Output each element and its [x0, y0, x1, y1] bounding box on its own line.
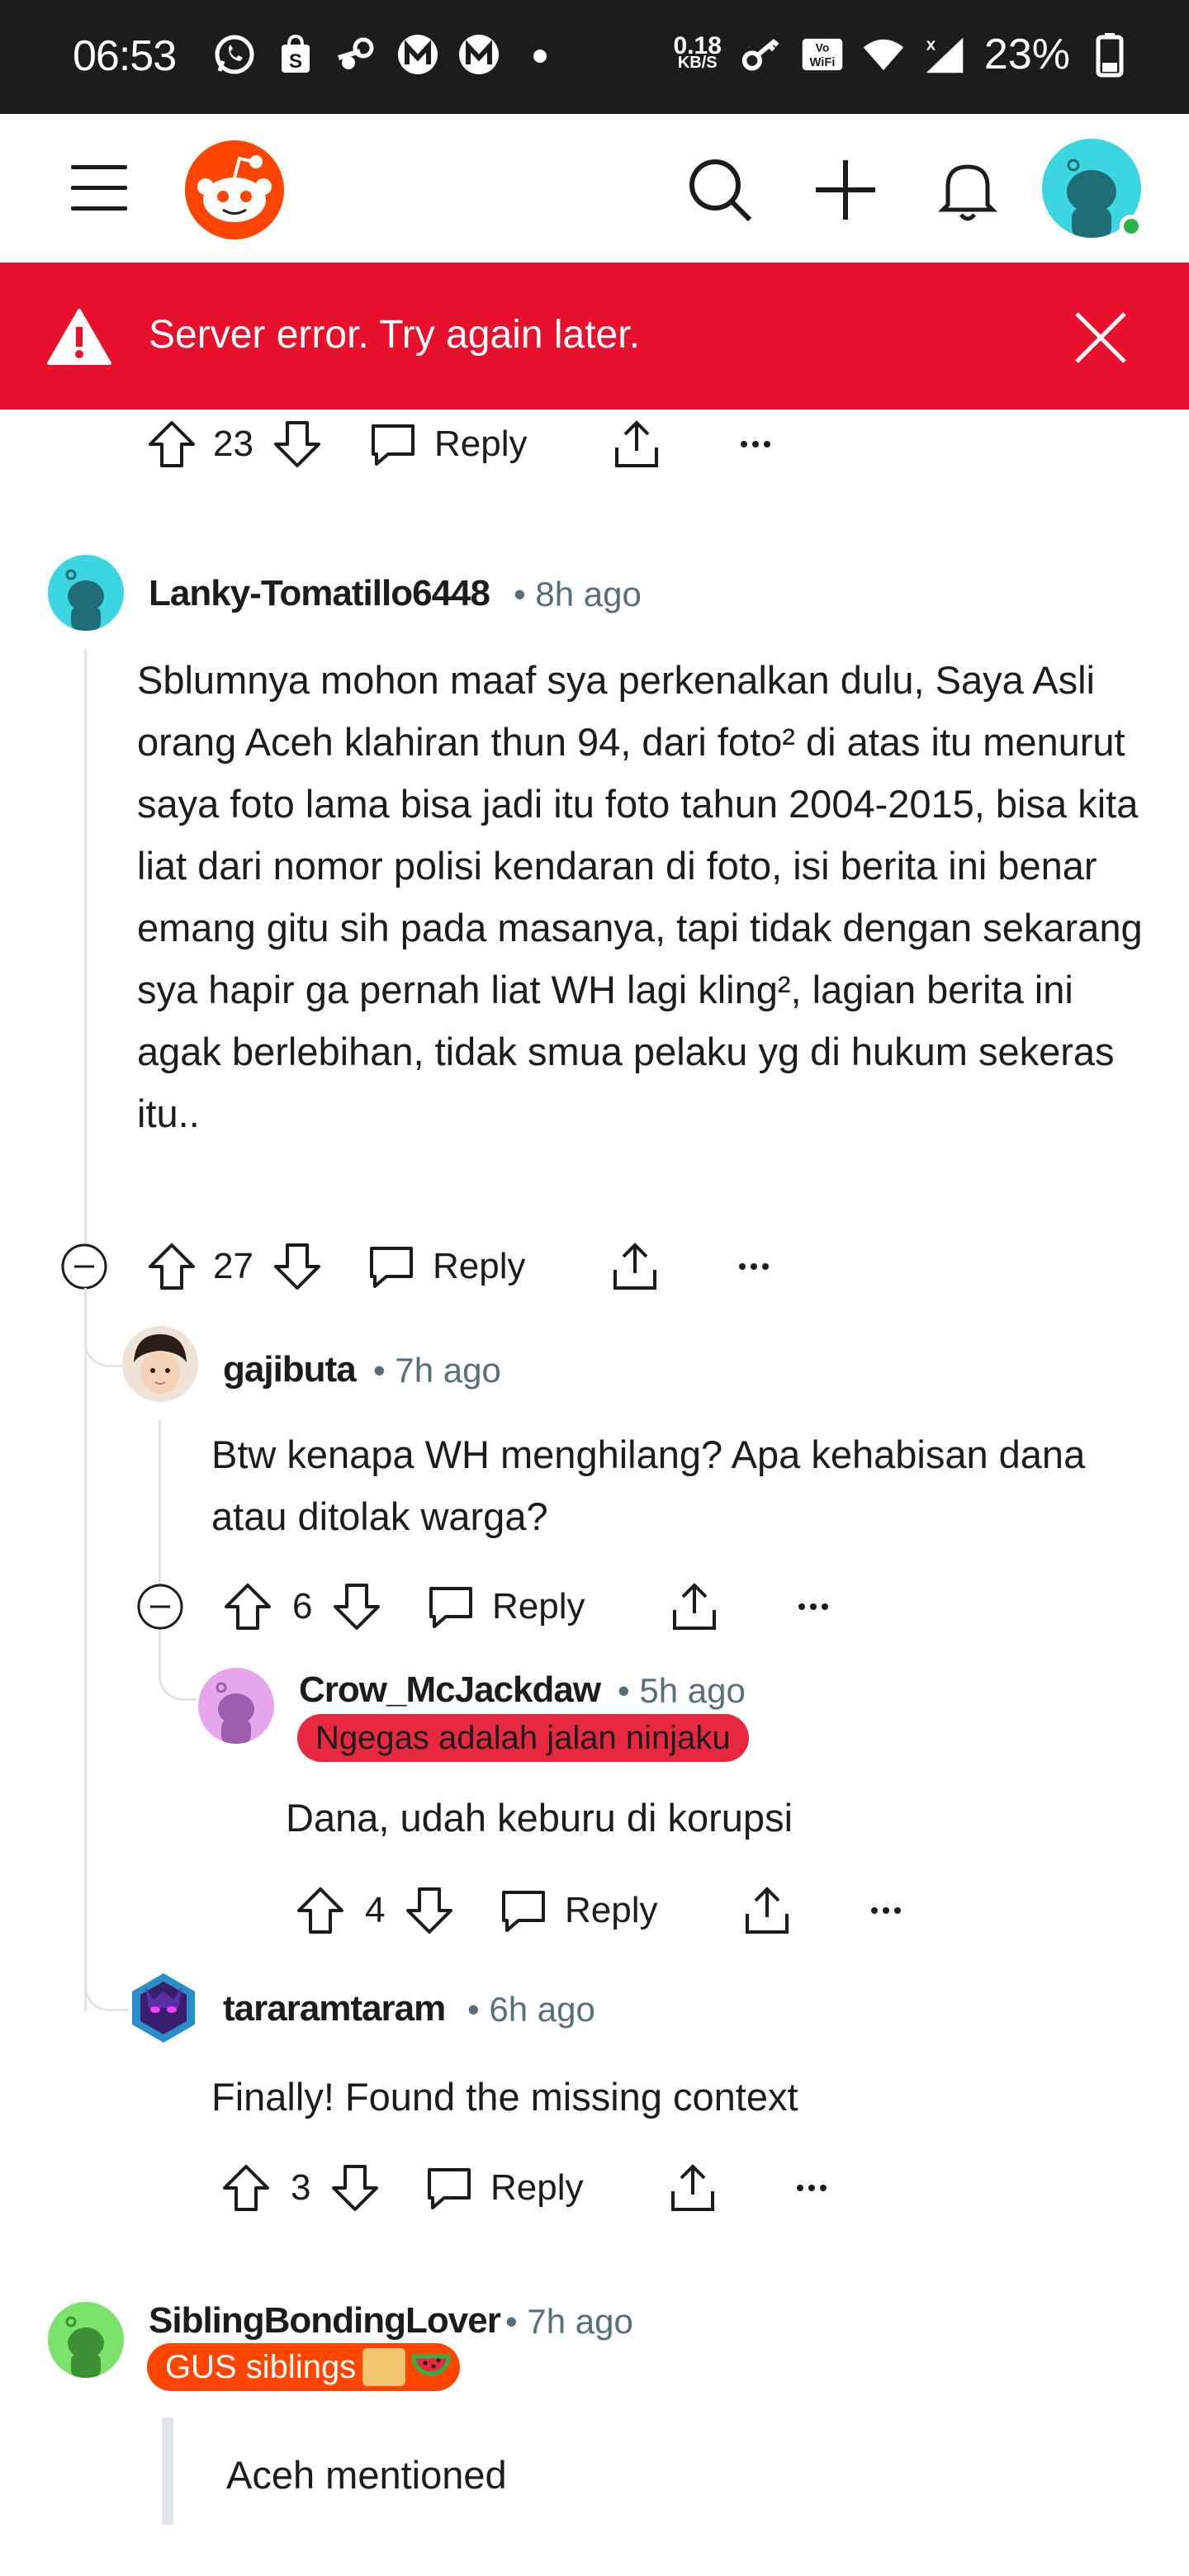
- app-header: [0, 114, 1189, 263]
- svg-text:x: x: [926, 36, 936, 54]
- timestamp: • 7h ago: [505, 2302, 633, 2341]
- collapse-icon[interactable]: [135, 1582, 185, 1631]
- key-icon: [740, 33, 783, 76]
- more-options-icon[interactable]: [739, 436, 772, 452]
- share-icon[interactable]: [609, 1240, 661, 1293]
- m-app-icon: [457, 33, 500, 76]
- blockquote-bar: [162, 2417, 173, 2525]
- comment-body: Aceh mentioned: [226, 2453, 507, 2497]
- vote-count: 23: [213, 424, 253, 464]
- collapse-icon[interactable]: [59, 1242, 109, 1291]
- svg-text:WiFi: WiFi: [809, 56, 835, 69]
- steam-icon: [335, 33, 378, 76]
- more-options-icon[interactable]: [797, 1598, 830, 1615]
- user-flair: Ngegas adalah jalan ninjaku: [297, 1714, 749, 1762]
- avatar[interactable]: [48, 2302, 124, 2378]
- timestamp: • 8h ago: [514, 575, 642, 613]
- share-icon[interactable]: [668, 1580, 721, 1633]
- downvote-icon[interactable]: [271, 418, 324, 471]
- downvote-icon[interactable]: [329, 2162, 381, 2214]
- svg-text:Vo: Vo: [816, 41, 830, 54]
- battery-percentage: 23%: [983, 31, 1070, 78]
- network-speed: 0.18 KB/S: [673, 32, 722, 72]
- comment-body: Sblumnya mohon maaf sya perkenalkan dulu…: [137, 658, 1143, 1135]
- watermelon-icon: [410, 2348, 452, 2386]
- reply-button[interactable]: Reply: [424, 1580, 585, 1633]
- downvote-icon[interactable]: [271, 1240, 324, 1293]
- menu-icon[interactable]: [71, 165, 127, 211]
- reply-button[interactable]: Reply: [365, 1240, 526, 1293]
- more-options-icon[interactable]: [795, 2180, 828, 2196]
- upvote-icon[interactable]: [145, 1240, 198, 1293]
- vowifi-icon: Vo WiFi: [801, 33, 844, 76]
- comment-actions: 23 Reply: [145, 411, 772, 477]
- username[interactable]: gajibuta: [223, 1349, 357, 1390]
- svg-text:S: S: [289, 50, 302, 73]
- comment-actions: 27 Reply: [59, 1234, 770, 1300]
- thread-connector: [84, 1965, 129, 2011]
- reply-button[interactable]: Reply: [367, 418, 528, 471]
- share-icon[interactable]: [610, 418, 663, 471]
- avatar[interactable]: [48, 555, 124, 631]
- more-options-icon[interactable]: [737, 1258, 770, 1275]
- bell-icon[interactable]: [933, 155, 1002, 225]
- notification-icons: S: [213, 33, 561, 76]
- avatar[interactable]: [198, 1668, 274, 1744]
- search-icon[interactable]: [685, 155, 755, 225]
- upvote-icon[interactable]: [220, 2162, 272, 2214]
- comment-actions: 6 Reply: [135, 1574, 830, 1640]
- username[interactable]: Lanky-Tomatillo6448: [149, 573, 490, 614]
- status-bar: 06:53 S 0.18 KB/S Vo WiFi x 23%: [0, 0, 1189, 114]
- thread-connector: [159, 1650, 197, 1701]
- vote-count: 27: [213, 1246, 253, 1286]
- upvote-icon[interactable]: [145, 418, 198, 471]
- online-status-dot: [1120, 215, 1143, 238]
- vote-count: 6: [292, 1586, 313, 1627]
- clock: 06:53: [73, 32, 177, 80]
- timestamp: • 7h ago: [373, 1351, 501, 1390]
- system-icons: 0.18 KB/S Vo WiFi x 23%: [674, 30, 1131, 79]
- more-options-icon[interactable]: [869, 1902, 902, 1919]
- comment-body: Finally! Found the missing context: [211, 2075, 798, 2119]
- username[interactable]: tararamtaram: [223, 1988, 446, 2029]
- reply-button[interactable]: Reply: [497, 1884, 658, 1937]
- warning-icon: [46, 307, 112, 367]
- comment-body: Btw kenapa WH menghilang? Apa kehabisan …: [211, 1432, 1086, 1538]
- timestamp: • 5h ago: [618, 1671, 746, 1710]
- plus-icon[interactable]: [811, 155, 880, 225]
- error-message: Server error. Try again later.: [149, 313, 640, 357]
- whatsapp-icon: [213, 33, 256, 76]
- comment-actions: 3 Reply: [220, 2155, 828, 2221]
- user-flair-text: GUS siblings: [165, 2348, 357, 2385]
- comment-actions: 4 Reply: [294, 1878, 902, 1944]
- upvote-icon[interactable]: [294, 1884, 347, 1937]
- username[interactable]: SiblingBondingLover: [149, 2300, 501, 2342]
- downvote-icon[interactable]: [330, 1580, 383, 1633]
- comment-body: Dana, udah keburu di korupsi: [286, 1796, 793, 1840]
- share-icon[interactable]: [666, 2162, 719, 2214]
- flair-emoji-icon: [362, 2348, 406, 2386]
- avatar[interactable]: [122, 1326, 198, 1402]
- reply-button[interactable]: Reply: [423, 2162, 584, 2214]
- shopping-bag-icon: S: [274, 33, 317, 76]
- vote-count: 3: [291, 2167, 311, 2208]
- reddit-logo[interactable]: [183, 139, 286, 241]
- dot-icon: [519, 33, 561, 76]
- avatar[interactable]: [126, 1970, 201, 2046]
- downvote-icon[interactable]: [403, 1884, 456, 1937]
- user-flair: GUS siblings: [147, 2343, 461, 2391]
- share-icon[interactable]: [741, 1884, 793, 1937]
- signal-icon: x: [923, 33, 966, 76]
- wifi-icon: [862, 33, 905, 76]
- error-banner: Server error. Try again later.: [0, 263, 1189, 410]
- username[interactable]: Crow_McJackdaw: [299, 1669, 601, 1711]
- close-icon[interactable]: [1073, 310, 1128, 365]
- upvote-icon[interactable]: [221, 1580, 274, 1633]
- timestamp: • 6h ago: [467, 1990, 595, 2029]
- m-app-icon: [396, 33, 439, 76]
- battery-icon: [1088, 33, 1131, 78]
- thread-connector: [84, 1288, 122, 1367]
- vote-count: 4: [365, 1890, 386, 1930]
